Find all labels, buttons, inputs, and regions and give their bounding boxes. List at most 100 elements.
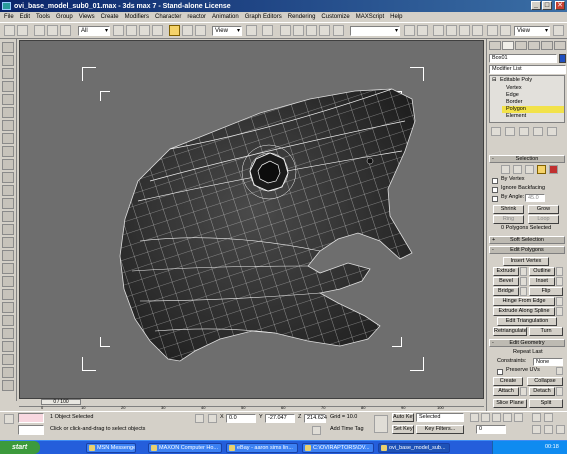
create-tab-icon[interactable] bbox=[489, 41, 501, 50]
strip-tool-16-icon[interactable] bbox=[2, 237, 14, 248]
selection-filter-dropdown[interactable]: All bbox=[78, 26, 110, 36]
pivot-center-icon[interactable] bbox=[246, 25, 257, 36]
strip-tool-13-icon[interactable] bbox=[2, 198, 14, 209]
hinge-settings-icon[interactable] bbox=[556, 297, 563, 306]
strip-tool-10-icon[interactable] bbox=[2, 159, 14, 170]
attach-list-icon[interactable] bbox=[520, 387, 527, 396]
strip-tool-11-icon[interactable] bbox=[2, 172, 14, 183]
set-key-button[interactable]: Set Key bbox=[392, 425, 414, 434]
quick-render-icon[interactable] bbox=[500, 25, 511, 36]
extrude-settings-icon[interactable] bbox=[520, 267, 527, 276]
extrude-along-spline-settings-icon[interactable] bbox=[556, 307, 563, 316]
bridge-button[interactable]: Bridge bbox=[493, 287, 519, 296]
menu-customize[interactable]: Customize bbox=[321, 14, 349, 20]
remove-modifier-icon[interactable] bbox=[533, 127, 543, 136]
strip-tool-20-icon[interactable] bbox=[2, 289, 14, 300]
ring-button[interactable]: Ring bbox=[493, 215, 524, 224]
strip-tool-21-icon[interactable] bbox=[2, 302, 14, 313]
flip-button[interactable]: Flip bbox=[529, 287, 563, 296]
element-mode-icon[interactable] bbox=[549, 165, 558, 174]
menu-file[interactable]: File bbox=[4, 14, 14, 20]
split-button[interactable]: Split bbox=[529, 399, 563, 408]
window-crossing-icon[interactable] bbox=[152, 25, 163, 36]
hierarchy-tab-icon[interactable] bbox=[515, 41, 527, 50]
edit-geometry-rollout-header[interactable]: - Edit Geometry bbox=[489, 339, 565, 347]
zoom-all-icon[interactable] bbox=[544, 413, 553, 422]
polygon-mode-icon[interactable] bbox=[537, 165, 546, 174]
bridge-settings-icon[interactable] bbox=[520, 287, 527, 296]
constraints-dropdown[interactable]: None bbox=[533, 358, 563, 366]
mini-listener-white[interactable] bbox=[18, 425, 44, 435]
stack-item-edge[interactable]: Edge bbox=[506, 92, 519, 99]
strip-tool-6-icon[interactable] bbox=[2, 107, 14, 118]
detach-settings-icon[interactable] bbox=[556, 387, 563, 396]
show-end-result-icon[interactable] bbox=[505, 127, 515, 136]
select-by-name-icon[interactable] bbox=[126, 25, 137, 36]
align-icon[interactable] bbox=[417, 25, 428, 36]
unlink-icon[interactable] bbox=[47, 25, 58, 36]
time-slider-thumb[interactable]: 0 / 100 bbox=[41, 399, 81, 405]
menu-modifiers[interactable]: Modifiers bbox=[125, 14, 149, 20]
rect-selection-region-icon[interactable] bbox=[139, 25, 150, 36]
strip-tool-22-icon[interactable] bbox=[2, 315, 14, 326]
previous-frame-icon[interactable] bbox=[481, 413, 490, 422]
menu-maxscript[interactable]: MAXScript bbox=[356, 14, 384, 20]
strip-tool-15-icon[interactable] bbox=[2, 224, 14, 235]
strip-tool-12-icon[interactable] bbox=[2, 185, 14, 196]
stack-item-vertex[interactable]: Vertex bbox=[506, 85, 522, 92]
layer-manager-icon[interactable] bbox=[433, 25, 444, 36]
key-filters-button[interactable]: Key Filters... bbox=[416, 425, 464, 434]
task-ebay[interactable]: eBay - aaron sims lin... bbox=[226, 443, 298, 453]
strip-tool-19-icon[interactable] bbox=[2, 276, 14, 287]
outline-button[interactable]: Outline bbox=[529, 267, 555, 276]
stack-item-editable-poly[interactable]: Editable Poly bbox=[500, 77, 532, 84]
by-vertex-checkbox[interactable] bbox=[492, 178, 498, 184]
mini-listener-pink[interactable] bbox=[18, 413, 44, 423]
extrude-along-spline-button[interactable]: Extrude Along Spline bbox=[493, 307, 555, 316]
hinge-from-edge-button[interactable]: Hinge From Edge bbox=[493, 297, 555, 306]
soft-selection-rollout-header[interactable]: + Soft Selection bbox=[489, 236, 565, 244]
undo-icon[interactable] bbox=[4, 25, 15, 36]
insert-vertex-button[interactable]: Insert Vertex bbox=[503, 257, 549, 266]
strip-tool-25-icon[interactable] bbox=[2, 354, 14, 365]
menu-graph-editors[interactable]: Graph Editors bbox=[245, 14, 282, 20]
auto-key-button[interactable]: Auto Key bbox=[392, 413, 414, 422]
snaps-toggle-icon[interactable] bbox=[280, 25, 291, 36]
percent-snap-icon[interactable] bbox=[306, 25, 317, 36]
angle-snap-icon[interactable] bbox=[293, 25, 304, 36]
key-mode-dropdown[interactable]: Selected bbox=[416, 413, 464, 422]
menu-animation[interactable]: Animation bbox=[212, 14, 239, 20]
edit-triangulation-button[interactable]: Edit Triangulation bbox=[497, 317, 557, 326]
stack-item-element[interactable]: Element bbox=[506, 113, 526, 120]
by-angle-checkbox[interactable] bbox=[492, 196, 498, 202]
object-name-field[interactable]: Box01 bbox=[489, 54, 557, 63]
attach-button[interactable]: Attach bbox=[493, 387, 519, 396]
strip-tool-27-icon[interactable] bbox=[2, 380, 14, 391]
quick-render-teapot-icon[interactable] bbox=[553, 25, 564, 36]
menu-edit[interactable]: Edit bbox=[20, 14, 30, 20]
vertex-mode-icon[interactable] bbox=[501, 165, 510, 174]
strip-tool-14-icon[interactable] bbox=[2, 211, 14, 222]
repeat-last-button[interactable]: Repeat Last bbox=[513, 349, 543, 356]
x-coordinate-field[interactable]: 0.0 bbox=[226, 414, 256, 423]
add-time-tag-button[interactable]: Add Time Tag bbox=[330, 426, 364, 433]
menu-tools[interactable]: Tools bbox=[36, 14, 50, 20]
mirror-icon[interactable] bbox=[404, 25, 415, 36]
task-3dsmax[interactable]: ovi_base_model_sub... bbox=[378, 443, 450, 453]
edge-mode-icon[interactable] bbox=[513, 165, 522, 174]
z-coordinate-field[interactable]: 214.624 bbox=[304, 414, 327, 423]
select-manipulate-icon[interactable] bbox=[262, 25, 273, 36]
curve-editor-icon[interactable] bbox=[446, 25, 457, 36]
strip-tool-9-icon[interactable] bbox=[2, 146, 14, 157]
task-oviraptors-folder[interactable]: C:\OVIRAPTORS\OV... bbox=[302, 443, 374, 453]
pan-icon[interactable] bbox=[532, 425, 541, 434]
select-link-icon[interactable] bbox=[34, 25, 45, 36]
maxscript-listener-icon[interactable] bbox=[4, 414, 14, 424]
oviraptor-head-mesh[interactable] bbox=[20, 41, 485, 400]
display-tab-icon[interactable] bbox=[541, 41, 553, 50]
menu-help[interactable]: Help bbox=[390, 14, 402, 20]
edit-polygons-rollout-header[interactable]: - Edit Polygons bbox=[489, 246, 565, 254]
strip-tool-8-icon[interactable] bbox=[2, 133, 14, 144]
ignore-backfacing-checkbox[interactable] bbox=[492, 187, 498, 193]
stack-item-polygon[interactable]: Polygon bbox=[502, 106, 564, 113]
